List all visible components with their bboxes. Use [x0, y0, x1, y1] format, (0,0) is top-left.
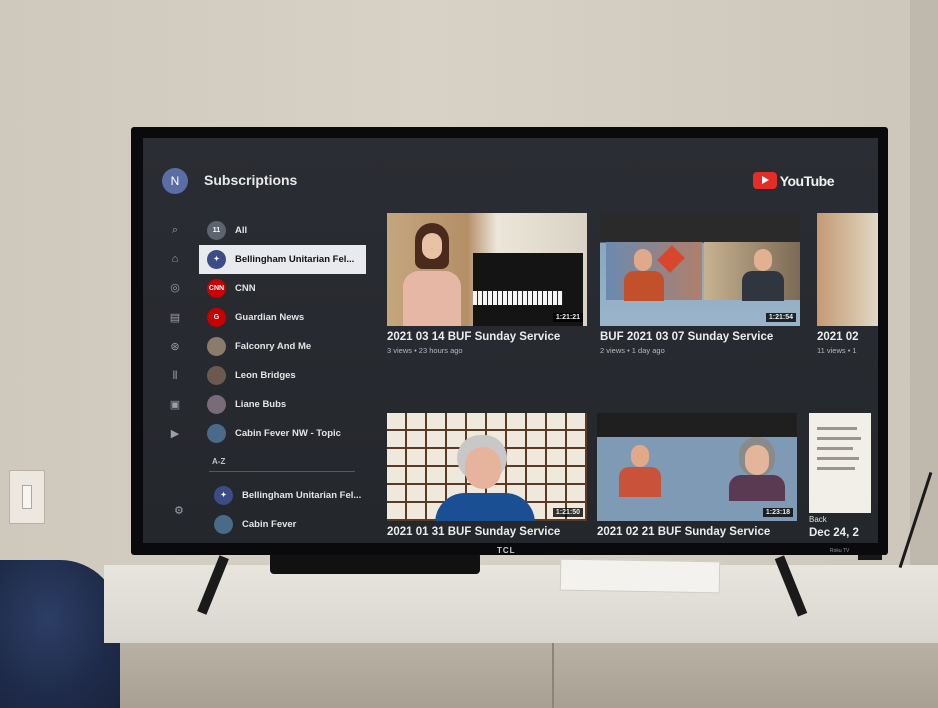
channel-item-leon-bridges[interactable]: Leon Bridges — [199, 361, 366, 390]
paper — [559, 558, 721, 594]
video-thumbnail — [809, 413, 871, 513]
wall-corner — [910, 0, 938, 600]
video-title: 2021 01 31 BUF Sunday Service — [387, 526, 561, 538]
channel-count-badge: 11 — [207, 221, 226, 240]
video-title: 2021 02 — [817, 331, 859, 343]
video-card-partial[interactable]: Back Dec 24, 2 — [809, 413, 871, 543]
youtube-logo: YouTube — [752, 172, 835, 189]
video-title: 2021 02 21 BUF Sunday Service — [597, 526, 771, 538]
video-title: 2021 03 14 BUF Sunday Service — [387, 331, 561, 343]
explore-icon[interactable]: ◎ — [165, 278, 185, 298]
cabinet-divider — [552, 643, 554, 708]
video-thumbnail: 1:21:50 — [387, 413, 587, 521]
video-card-partial[interactable]: 2021 02 11 views • 1 — [817, 213, 878, 355]
youtube-wordmark: YouTube — [779, 172, 835, 189]
video-thumbnail: 1:21:21 — [387, 213, 587, 326]
channel-label: Falconry And Me — [235, 341, 312, 352]
guardian-logo: G — [207, 308, 226, 327]
video-grid: 1:21:21 2021 03 14 BUF Sunday Service 3 … — [387, 213, 878, 543]
cabinet-body — [120, 643, 938, 708]
piano-keys — [473, 291, 563, 305]
channel-avatar — [207, 424, 226, 443]
channel-avatar — [214, 515, 233, 534]
tv-screen: N Subscriptions YouTube ⌕ ⌂ ◎ ▤ ⊛ ⦀ ▣ ▶ … — [143, 138, 878, 543]
video-thumbnail: 1:21:54 — [600, 213, 800, 326]
chalice-icon: ✦ — [207, 250, 226, 269]
divider — [209, 471, 355, 472]
video-meta: 11 views • 1 — [817, 346, 857, 355]
channel-avatar — [207, 337, 226, 356]
video-card[interactable]: 1:21:50 2021 01 31 BUF Sunday Service — [387, 413, 587, 538]
channel-label: Leon Bridges — [235, 370, 296, 381]
tv-brand-logo: TCL — [497, 546, 516, 555]
duration-badge: 1:23:18 — [762, 508, 793, 517]
light-switch — [9, 470, 45, 524]
channel-list-az: ✦ Bellingham Unitarian Fel... Cabin Feve… — [206, 481, 366, 539]
channel-item-falconry[interactable]: Falconry And Me — [199, 332, 366, 361]
home-icon[interactable]: ⌂ — [165, 249, 185, 269]
soundbar — [270, 552, 480, 574]
duration-badge: 1:21:54 — [765, 313, 796, 322]
channel-item-bellingham[interactable]: ✦ Bellingham Unitarian Fel... — [199, 245, 366, 274]
cabinet-top — [104, 565, 938, 643]
channel-avatar — [207, 366, 226, 385]
cnn-logo: CNN — [207, 279, 226, 298]
duration-badge: 1:21:50 — [552, 508, 583, 517]
channel-item-guardian[interactable]: G Guardian News — [199, 303, 366, 332]
shop-icon[interactable]: ▣ — [165, 395, 185, 415]
duration-badge: 1:21:21 — [552, 313, 583, 322]
channel-label: Guardian News — [235, 312, 305, 323]
chalice-icon: ✦ — [214, 486, 233, 505]
video-meta: 2 views • 1 day ago — [600, 346, 665, 355]
channel-label: Cabin Fever NW - Topic — [235, 428, 341, 439]
channel-label: Bellingham Unitarian Fel... — [235, 254, 355, 265]
gaming-icon[interactable]: ⊛ — [165, 337, 185, 357]
channel-label: All — [235, 225, 248, 236]
account-avatar[interactable]: N — [162, 168, 188, 194]
channel-item-all[interactable]: 11 All — [199, 216, 366, 245]
video-title: Dec 24, 2 — [809, 527, 859, 539]
video-card[interactable]: 1:21:54 BUF 2021 03 07 Sunday Service 2 … — [600, 213, 800, 355]
channel-label: Bellingham Unitarian Fel... — [242, 490, 362, 501]
video-meta: 3 views • 23 hours ago — [387, 346, 463, 355]
left-nav: ⌕ ⌂ ◎ ▤ ⊛ ⦀ ▣ ▶ — [165, 220, 185, 454]
switch-toggle — [22, 485, 32, 509]
channel-avatar — [207, 395, 226, 414]
video-card[interactable]: 1:21:21 2021 03 14 BUF Sunday Service 3 … — [387, 213, 587, 355]
presenter — [403, 223, 463, 326]
channel-item-bellingham-az[interactable]: ✦ Bellingham Unitarian Fel... — [206, 481, 366, 510]
search-icon[interactable]: ⌕ — [165, 220, 185, 240]
channel-label: Cabin Fever — [242, 519, 297, 530]
channel-item-liane-bubs[interactable]: Liane Bubs — [199, 390, 366, 419]
channel-label: CNN — [235, 283, 256, 294]
playlist-icon[interactable]: ▶ — [165, 424, 185, 444]
tv-model-label: Roku TV — [830, 548, 850, 554]
channel-label: Liane Bubs — [235, 399, 287, 410]
channel-list: 11 All ✦ Bellingham Unitarian Fel... CNN… — [199, 216, 366, 448]
sofa — [0, 560, 120, 708]
channel-item-cabin-fever[interactable]: Cabin Fever — [206, 510, 366, 539]
settings-icon[interactable]: ⚙ — [174, 504, 184, 517]
channel-item-cabin-fever-topic[interactable]: Cabin Fever NW - Topic — [199, 419, 366, 448]
library-icon[interactable]: ⦀ — [165, 366, 185, 386]
subscriptions-icon[interactable]: ▤ — [165, 308, 185, 328]
video-thumbnail — [817, 213, 878, 326]
az-section-label: A-Z — [212, 457, 226, 466]
page-title: Subscriptions — [204, 172, 298, 188]
video-thumbnail: 1:23:18 — [597, 413, 797, 521]
back-label[interactable]: Back — [809, 515, 827, 524]
video-card[interactable]: 1:23:18 2021 02 21 BUF Sunday Service — [597, 413, 797, 538]
video-title: BUF 2021 03 07 Sunday Service — [600, 331, 774, 343]
channel-item-cnn[interactable]: CNN CNN — [199, 274, 366, 303]
play-icon — [752, 172, 777, 189]
